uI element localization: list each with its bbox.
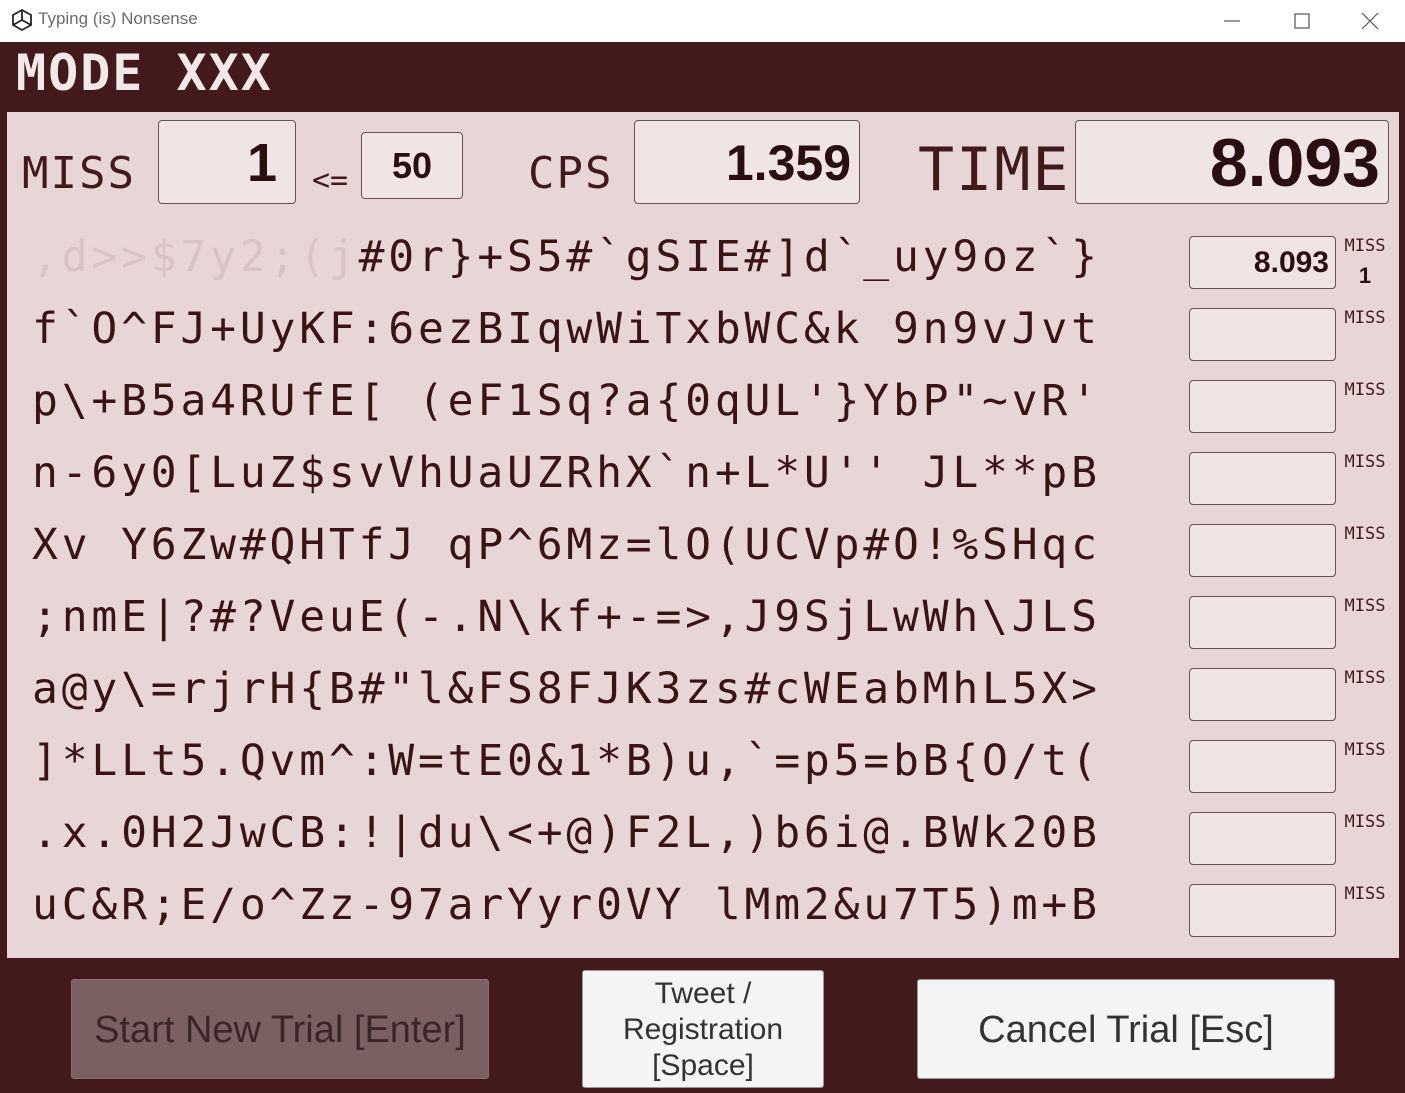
miss-limit-value: 50: [361, 132, 463, 199]
maximize-icon: [1294, 13, 1310, 29]
tweet-button-line-2: Registration: [622, 1013, 784, 1046]
remaining-text: #0r}+S5#`gSIE#]d`_uy9oz`}: [358, 232, 1101, 282]
cps-label: CPS: [528, 148, 614, 199]
close-icon: [1361, 12, 1379, 30]
minimize-button[interactable]: [1198, 0, 1268, 42]
remaining-text: uC&R;E/o^Zz-97arYyr0VY lMm2&u7T5)m+B: [32, 880, 1101, 930]
remaining-text: ;nmE|?#?VeuE(-.N\kf+-=>,J9SjLwWh\JLS: [32, 592, 1101, 642]
time-label: TIME: [918, 135, 1071, 205]
tweet-button-line-1: Tweet /: [654, 977, 752, 1010]
remaining-text: p\+B5a4RUfE[ (eF1Sq?a{0qUL'}YbP"~vR': [32, 376, 1101, 426]
typing-line-5: Xv Y6Zw#QHTfJ qP^6Mz=lO(UCVp#O!%SHqc: [32, 520, 1101, 570]
row-time-4: [1189, 452, 1336, 505]
tweet-registration-button[interactable]: Tweet / Registration [Space]: [582, 970, 824, 1088]
maximize-button[interactable]: [1268, 0, 1338, 42]
row-miss-label-9: MISS: [1344, 812, 1386, 832]
row-time-3: [1189, 380, 1336, 433]
start-new-trial-button[interactable]: Start New Trial [Enter]: [71, 979, 489, 1079]
typing-line-7: a@y\=rjrH{B#"l&FS8FJK3zs#cWEabMhL5X>: [32, 664, 1101, 714]
typing-line-9: .x.0H2JwCB:!|du\<+@)F2L,)b6i@.BWk20B: [32, 808, 1101, 858]
row-miss-label-5: MISS: [1344, 524, 1386, 544]
remaining-text: ]*LLt5.Qvm^:W=tE0&1*B)u,`=p5=bB{O/t(: [32, 736, 1101, 786]
remaining-text: f`O^FJ+UyKF:6ezBIqwWiTxbWC&k 9n9vJvt: [32, 304, 1101, 354]
row-time-8: [1189, 740, 1336, 793]
close-button[interactable]: [1336, 0, 1405, 42]
row-time-9: [1189, 812, 1336, 865]
row-time-2: [1189, 308, 1336, 361]
typing-line-2: f`O^FJ+UyKF:6ezBIqwWiTxbWC&k 9n9vJvt: [32, 304, 1101, 354]
typed-text: ,d>>$7y2;(j: [32, 232, 359, 282]
tweet-button-line-3: [Space]: [652, 1049, 754, 1082]
row-miss-label-3: MISS: [1344, 380, 1386, 400]
miss-label: MISS: [22, 148, 136, 199]
minimize-icon: [1224, 20, 1240, 22]
typing-line-3: p\+B5a4RUfE[ (eF1Sq?a{0qUL'}YbP"~vR': [32, 376, 1101, 426]
typing-line-4: n-6y0[LuZ$svVhUaUZRhX`n+L*U'' JL**pB: [32, 448, 1101, 498]
row-miss-label-8: MISS: [1344, 740, 1386, 760]
row-miss-label-6: MISS: [1344, 596, 1386, 616]
remaining-text: n-6y0[LuZ$svVhUaUZRhX`n+L*U'' JL**pB: [32, 448, 1101, 498]
row-miss-label-10: MISS: [1344, 884, 1386, 904]
row-miss-label-7: MISS: [1344, 668, 1386, 688]
unity-logo-icon: [12, 8, 32, 32]
typing-line-8: ]*LLt5.Qvm^:W=tE0&1*B)u,`=p5=bB{O/t(: [32, 736, 1101, 786]
typing-line-1: ,d>>$7y2;(j#0r}+S5#`gSIE#]d`_uy9oz`}: [32, 232, 1101, 282]
window-title: Typing (is) Nonsense: [38, 9, 198, 28]
limit-operator: <=: [312, 163, 349, 198]
remaining-text: Xv Y6Zw#QHTfJ qP^6Mz=lO(UCVp#O!%SHqc: [32, 520, 1101, 570]
mode-title: MODE XXX: [16, 44, 273, 102]
miss-value: 1: [158, 120, 296, 204]
typing-line-6: ;nmE|?#?VeuE(-.N\kf+-=>,J9SjLwWh\JLS: [32, 592, 1101, 642]
remaining-text: .x.0H2JwCB:!|du\<+@)F2L,)b6i@.BWk20B: [32, 808, 1101, 858]
cancel-trial-button[interactable]: Cancel Trial [Esc]: [917, 979, 1335, 1079]
remaining-text: a@y\=rjrH{B#"l&FS8FJK3zs#cWEabMhL5X>: [32, 664, 1101, 714]
row-miss-label-4: MISS: [1344, 452, 1386, 472]
row-miss-label-2: MISS: [1344, 308, 1386, 328]
row-time-7: [1189, 668, 1336, 721]
row-time-1: 8.093: [1189, 236, 1336, 289]
row-time-6: [1189, 596, 1336, 649]
row-miss-count-1: 1: [1358, 263, 1372, 288]
cps-value: 1.359: [634, 120, 860, 204]
title-bar: Typing (is) Nonsense: [0, 0, 1405, 42]
row-time-5: [1189, 524, 1336, 577]
typing-line-10: uC&R;E/o^Zz-97arYyr0VY lMm2&u7T5)m+B: [32, 880, 1101, 930]
row-time-10: [1189, 884, 1336, 937]
row-miss-label-1: MISS: [1344, 236, 1386, 256]
time-value: 8.093: [1075, 120, 1389, 204]
